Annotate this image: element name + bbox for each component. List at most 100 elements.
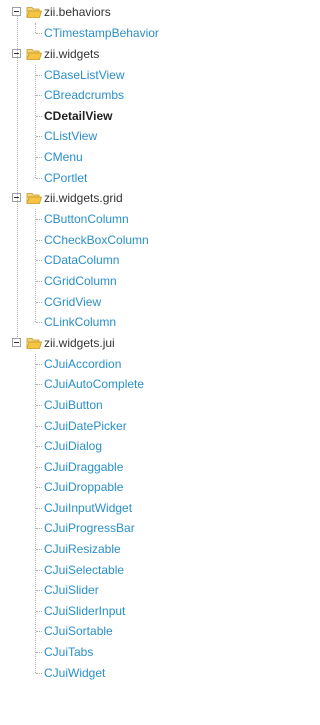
tree-item-link[interactable]: CTimestampBehavior: [44, 26, 159, 40]
tree-item-link[interactable]: CJuiAutoComplete: [44, 377, 144, 391]
tree-branch-line: [36, 322, 42, 324]
tree-item[interactable]: CMenu: [0, 147, 201, 168]
tree-group-header[interactable]: zii.widgets: [0, 44, 201, 65]
tree-branch-line: [36, 425, 42, 427]
tree-item[interactable]: CJuiResizable: [0, 539, 201, 560]
package-tree: zii.behaviors CTimestampBehavior zii.widge…: [0, 0, 201, 683]
tree-branch-line: [36, 610, 42, 612]
tree-item-link[interactable]: CJuiInputWidget: [44, 501, 132, 515]
tree-item-link[interactable]: CPortlet: [44, 171, 87, 185]
tree-item[interactable]: CJuiWidget: [0, 663, 201, 684]
tree-branch-line: [36, 239, 42, 241]
tree-item-link[interactable]: CJuiDroppable: [44, 480, 123, 494]
tree-branch-line: [36, 301, 42, 303]
tree-item[interactable]: CJuiSliderInput: [0, 601, 201, 622]
tree-item[interactable]: CListView: [0, 126, 201, 147]
tree-item[interactable]: CJuiSortable: [0, 621, 201, 642]
tree-branch-line: [36, 507, 42, 509]
tree-item[interactable]: CJuiInputWidget: [0, 498, 201, 519]
tree-item[interactable]: CLinkColumn: [0, 312, 201, 333]
tree-item-link[interactable]: CGridView: [44, 295, 101, 309]
tree-item[interactable]: CJuiProgressBar: [0, 518, 201, 539]
tree-branch-line: [36, 136, 42, 138]
tree-item[interactable]: CDataColumn: [0, 250, 201, 271]
tree-branch-line: [36, 569, 42, 571]
tree-group-header[interactable]: zii.widgets.jui: [0, 333, 201, 354]
tree-item-link[interactable]: CBreadcrumbs: [44, 88, 124, 102]
tree-group-header[interactable]: zii.behaviors: [0, 2, 201, 23]
tree-branch-line: [36, 652, 42, 654]
tree-item-link[interactable]: CButtonColumn: [44, 212, 129, 226]
tree-item[interactable]: CJuiSlider: [0, 580, 201, 601]
tree-branch-line: [36, 404, 42, 406]
tree-item-link[interactable]: CJuiDraggable: [44, 460, 123, 474]
tree-group-items: CJuiAccordion CJuiAutoComplete CJuiButton C…: [0, 353, 201, 684]
tree-branch-line: [36, 177, 42, 179]
tree-item-link[interactable]: CBaseListView: [44, 68, 124, 82]
tree-group-items: CTimestampBehavior: [0, 23, 201, 44]
tree-item-link[interactable]: CJuiTabs: [44, 645, 93, 659]
tree-item-link[interactable]: CJuiDatePicker: [44, 419, 127, 433]
tree-item-link[interactable]: CJuiProgressBar: [44, 521, 135, 535]
tree-item-link[interactable]: CJuiSlider: [44, 583, 99, 597]
tree-item-link[interactable]: CJuiSelectable: [44, 563, 124, 577]
tree-item-link-active[interactable]: CDetailView: [44, 109, 112, 123]
tree-item-link[interactable]: CJuiDialog: [44, 439, 102, 453]
tree-branch-line: [36, 74, 42, 76]
collapse-minus-icon[interactable]: [12, 7, 21, 16]
tree-group-label[interactable]: zii.behaviors: [44, 5, 111, 19]
tree-item[interactable]: CPortlet: [0, 168, 201, 189]
tree-item[interactable]: CTimestampBehavior: [0, 23, 201, 44]
tree-branch-line: [36, 363, 42, 365]
tree-item-link[interactable]: CDataColumn: [44, 253, 119, 267]
tree-item[interactable]: CJuiAutoComplete: [0, 374, 201, 395]
tree-group-items: CButtonColumn CCheckBoxColumn CDataColumn C…: [0, 209, 201, 333]
tree-item[interactable]: CJuiButton: [0, 395, 201, 416]
tree-item-link[interactable]: CJuiWidget: [44, 666, 105, 680]
tree-item[interactable]: CGridView: [0, 292, 201, 313]
tree-item-link[interactable]: CGridColumn: [44, 274, 117, 288]
tree-item[interactable]: CJuiDraggable: [0, 457, 201, 478]
tree-group-label[interactable]: zii.widgets: [44, 47, 99, 61]
tree-group: zii.widgets CBaseListView CBreadcrumbs CDet…: [0, 44, 201, 189]
tree-item[interactable]: CDetailView: [0, 106, 201, 127]
tree-item[interactable]: CJuiAccordion: [0, 354, 201, 375]
tree-item[interactable]: CBreadcrumbs: [0, 85, 201, 106]
tree-group-header[interactable]: zii.widgets.grid: [0, 188, 201, 209]
tree-item-link[interactable]: CJuiSliderInput: [44, 604, 125, 618]
tree-item-link[interactable]: CLinkColumn: [44, 315, 116, 329]
tree-item[interactable]: CButtonColumn: [0, 209, 201, 230]
tree-group-items: CBaseListView CBreadcrumbs CDetailView CLis…: [0, 64, 201, 189]
open-folder-icon: [26, 7, 42, 18]
tree-branch-line: [36, 466, 42, 468]
tree-item[interactable]: CBaseListView: [0, 65, 201, 86]
tree-item-link[interactable]: CJuiAccordion: [44, 357, 121, 371]
tree-group: zii.widgets.grid CButtonColumn CCheckBoxCo…: [0, 188, 201, 333]
tree-root-connector-line: [17, 16, 18, 339]
tree-item[interactable]: CJuiDatePicker: [0, 416, 201, 437]
tree-item-link[interactable]: CListView: [44, 129, 97, 143]
tree-group-label[interactable]: zii.widgets.grid: [44, 191, 123, 205]
tree-item[interactable]: CJuiDialog: [0, 436, 201, 457]
tree-item-link[interactable]: CJuiSortable: [44, 624, 113, 638]
tree-branch-line: [36, 95, 42, 97]
tree-branch-line: [36, 33, 42, 34]
tree-item-link[interactable]: CJuiResizable: [44, 542, 121, 556]
tree-group-label[interactable]: zii.widgets.jui: [44, 336, 115, 350]
collapse-minus-icon[interactable]: [12, 337, 21, 347]
tree-item[interactable]: CCheckBoxColumn: [0, 230, 201, 251]
tree-branch-line: [36, 446, 42, 448]
tree-branch-line: [36, 260, 42, 262]
open-folder-icon: [26, 193, 42, 205]
tree-item[interactable]: CGridColumn: [0, 271, 201, 292]
tree-item-link[interactable]: CMenu: [44, 150, 83, 164]
tree-branch-line: [36, 219, 42, 221]
tree-item-link[interactable]: CJuiButton: [44, 398, 103, 412]
tree-branch-line: [36, 115, 42, 117]
tree-item[interactable]: CJuiSelectable: [0, 560, 201, 581]
tree-item[interactable]: CJuiTabs: [0, 642, 201, 663]
tree-item-link[interactable]: CCheckBoxColumn: [44, 233, 149, 247]
tree-branch-line: [36, 549, 42, 551]
tree-group: zii.widgets.jui CJuiAccordion CJuiAutoComp…: [0, 333, 201, 684]
tree-item[interactable]: CJuiDroppable: [0, 477, 201, 498]
